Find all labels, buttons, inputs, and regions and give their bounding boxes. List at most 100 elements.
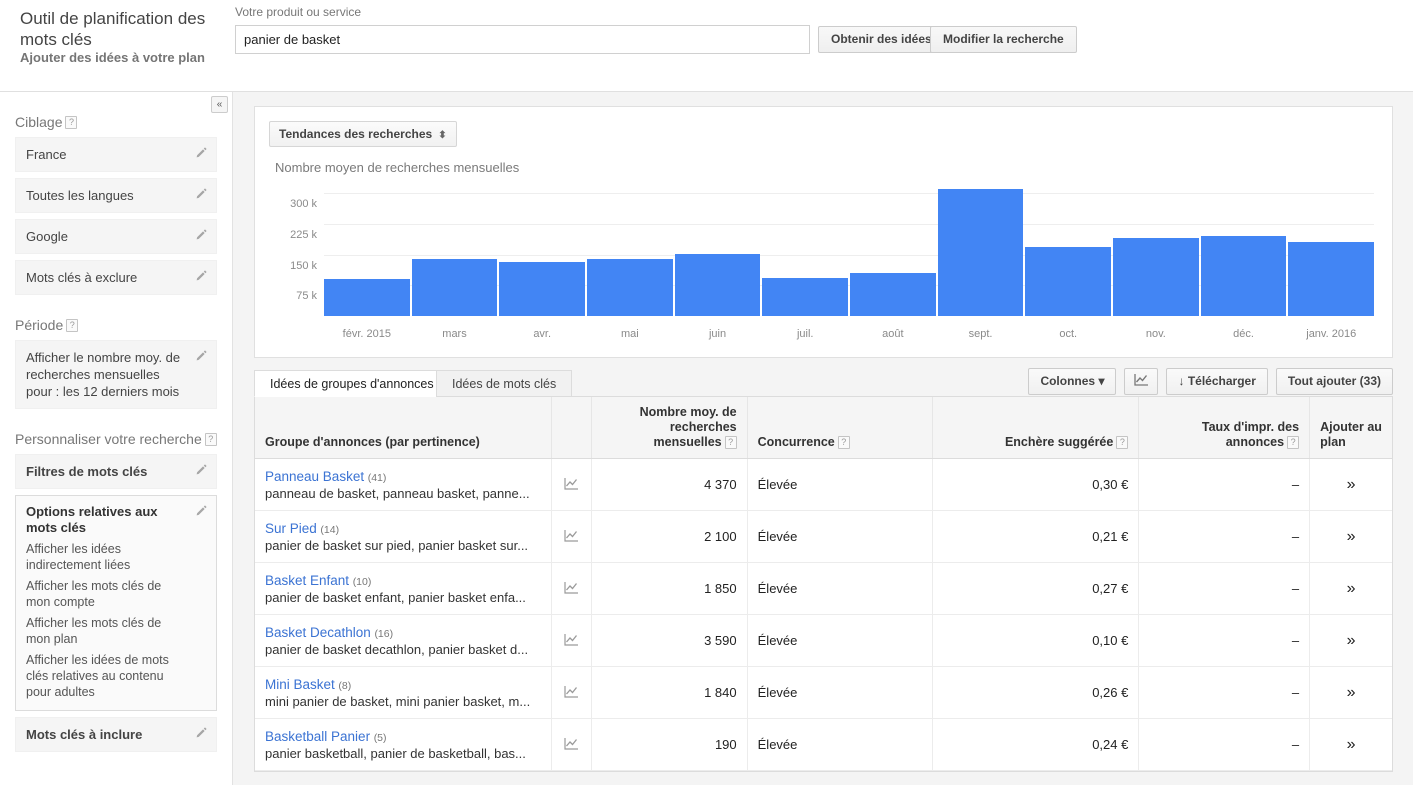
graph-icon[interactable]: [564, 737, 579, 750]
chart-metric-select[interactable]: Tendances des recherches ⬍: [269, 121, 457, 147]
chart-bar[interactable]: [1025, 246, 1112, 316]
keyword-option[interactable]: Afficher les mots clés de mon plan: [26, 615, 188, 647]
help-icon[interactable]: ?: [1116, 436, 1129, 449]
columns-button[interactable]: Colonnes ▾: [1028, 368, 1117, 395]
table-row[interactable]: Panneau Basket (41) panneau de basket, pa…: [255, 458, 1392, 511]
search-input[interactable]: [235, 25, 810, 54]
help-icon[interactable]: ?: [65, 116, 78, 129]
chart-bar[interactable]: [324, 279, 410, 316]
cell-ad-group[interactable]: Mini Basket (8) mini panier de basket, mi…: [255, 666, 552, 719]
help-icon[interactable]: ?: [204, 433, 217, 446]
help-icon[interactable]: ?: [724, 436, 737, 449]
column-header-ad-impr-share[interactable]: Taux d'impr. des annonces?: [1138, 397, 1310, 459]
table-row[interactable]: Sur Pied (14) panier de basket sur pied, …: [255, 510, 1392, 563]
targeting-label: Ciblage: [15, 114, 63, 130]
chart-bar[interactable]: [1200, 235, 1287, 316]
modify-search-button[interactable]: Modifier la recherche: [930, 26, 1077, 53]
sidebar-item-include-keywords[interactable]: Mots clés à inclure: [15, 717, 217, 752]
graph-icon[interactable]: [564, 581, 579, 594]
cell-trend-graph[interactable]: [550, 718, 592, 771]
cell-add-to-plan[interactable]: »: [1309, 510, 1392, 563]
graph-icon[interactable]: [564, 633, 579, 646]
sidebar-item-keyword-options[interactable]: Options relatives aux mots clés Afficher…: [15, 495, 217, 711]
cell-add-to-plan[interactable]: »: [1309, 666, 1392, 719]
bar-column[interactable]: [587, 181, 673, 316]
graph-icon[interactable]: [564, 685, 579, 698]
tab-ad-group-ideas[interactable]: Idées de groupes d'annonces: [254, 370, 450, 397]
bar-column[interactable]: [1200, 181, 1287, 316]
help-icon[interactable]: ?: [837, 436, 850, 449]
help-icon[interactable]: ?: [1287, 436, 1300, 449]
bar-column[interactable]: [1113, 181, 1199, 316]
tab-keyword-ideas[interactable]: Idées de mots clés: [436, 370, 573, 397]
bar-column[interactable]: [850, 181, 936, 316]
download-button[interactable]: ↓ Télécharger: [1166, 368, 1268, 395]
sidebar-item-keyword-filters[interactable]: Filtres de mots clés: [15, 454, 217, 489]
ad-group-name[interactable]: Mini Basket: [265, 677, 335, 692]
chart-y-tick-label: 75 k: [296, 290, 317, 303]
sidebar-item-negative-keywords[interactable]: Mots clés à exclure: [15, 260, 217, 295]
cell-add-to-plan[interactable]: »: [1309, 562, 1392, 615]
chart-bar[interactable]: [499, 262, 586, 316]
table-header: Groupe d'annonces (par pertinence) Nombr…: [255, 397, 1392, 459]
ad-group-name[interactable]: Basket Enfant: [265, 573, 349, 588]
cell-ad-group[interactable]: Panneau Basket (41) panneau de basket, pa…: [255, 458, 552, 511]
column-header-avg-searches[interactable]: Nombre moy. de recherches mensuelles?: [590, 397, 748, 459]
cell-trend-graph[interactable]: [550, 614, 592, 667]
cell-trend-graph[interactable]: [550, 562, 592, 615]
pencil-icon: [196, 350, 207, 361]
bar-column[interactable]: [937, 181, 1024, 316]
table-row[interactable]: Mini Basket (8) mini panier de basket, mi…: [255, 666, 1392, 719]
ad-group-name[interactable]: Basketball Panier: [265, 729, 370, 744]
chart-view-button[interactable]: [1124, 368, 1159, 395]
column-header-ad-group[interactable]: Groupe d'annonces (par pertinence): [255, 397, 552, 459]
graph-icon[interactable]: [564, 529, 579, 542]
cell-add-to-plan[interactable]: »: [1309, 614, 1392, 667]
chart-bar[interactable]: [587, 258, 673, 316]
help-icon[interactable]: ?: [66, 319, 79, 332]
column-header-graph: [550, 397, 592, 459]
sidebar-item-network[interactable]: Google: [15, 219, 217, 254]
chart-bar[interactable]: [674, 253, 761, 316]
chart-bar[interactable]: [1288, 242, 1375, 316]
sidebar-item-languages[interactable]: Toutes les langues: [15, 178, 217, 213]
bar-column[interactable]: [411, 181, 498, 316]
chart-bar[interactable]: [411, 258, 498, 316]
get-ideas-button[interactable]: Obtenir des idées: [818, 26, 945, 53]
bar-column[interactable]: [762, 181, 849, 316]
cell-add-to-plan[interactable]: »: [1309, 458, 1392, 511]
chart-bar[interactable]: [1113, 237, 1199, 316]
cell-ad-group[interactable]: Basket Decathlon (16) panier de basket de…: [255, 614, 552, 667]
ad-group-name[interactable]: Panneau Basket: [265, 469, 364, 484]
add-all-button[interactable]: Tout ajouter (33): [1275, 368, 1393, 395]
keyword-option[interactable]: Afficher les idées de mots clés relative…: [26, 652, 188, 700]
cell-ad-group[interactable]: Basket Enfant (10) panier de basket enfan…: [255, 562, 552, 615]
keyword-option[interactable]: Afficher les idées indirectement liées: [26, 541, 188, 573]
column-header-suggested-bid[interactable]: Enchère suggérée?: [932, 397, 1139, 459]
table-row[interactable]: Basket Enfant (10) panier de basket enfan…: [255, 562, 1392, 615]
chart-bar[interactable]: [850, 272, 936, 316]
keyword-option[interactable]: Afficher les mots clés de mon compte: [26, 578, 188, 610]
graph-icon[interactable]: [564, 477, 579, 490]
sidebar-item-date-range[interactable]: Afficher le nombre moy. de recherches me…: [15, 340, 217, 409]
cell-ad-group[interactable]: Sur Pied (14) panier de basket sur pied, …: [255, 510, 552, 563]
cell-trend-graph[interactable]: [550, 666, 592, 719]
ad-group-name[interactable]: Basket Decathlon: [265, 625, 371, 640]
bar-column[interactable]: [1288, 181, 1375, 316]
column-header-competition[interactable]: Concurrence?: [746, 397, 933, 459]
bar-column[interactable]: [324, 181, 410, 316]
bar-column[interactable]: [674, 181, 761, 316]
cell-trend-graph[interactable]: [550, 458, 592, 511]
chart-bar[interactable]: [937, 189, 1024, 316]
bar-column[interactable]: [499, 181, 586, 316]
cell-trend-graph[interactable]: [550, 510, 592, 563]
ad-group-name[interactable]: Sur Pied: [265, 521, 317, 536]
cell-add-to-plan[interactable]: »: [1309, 718, 1392, 771]
sidebar-item-location[interactable]: France: [15, 137, 217, 172]
table-row[interactable]: Basketball Panier (5) panier basketball, …: [255, 718, 1392, 771]
collapse-sidebar-button[interactable]: «: [211, 96, 228, 113]
cell-ad-group[interactable]: Basketball Panier (5) panier basketball, …: [255, 718, 552, 771]
bar-column[interactable]: [1025, 181, 1112, 316]
chart-bar[interactable]: [762, 277, 849, 316]
table-row[interactable]: Basket Decathlon (16) panier de basket de…: [255, 614, 1392, 667]
